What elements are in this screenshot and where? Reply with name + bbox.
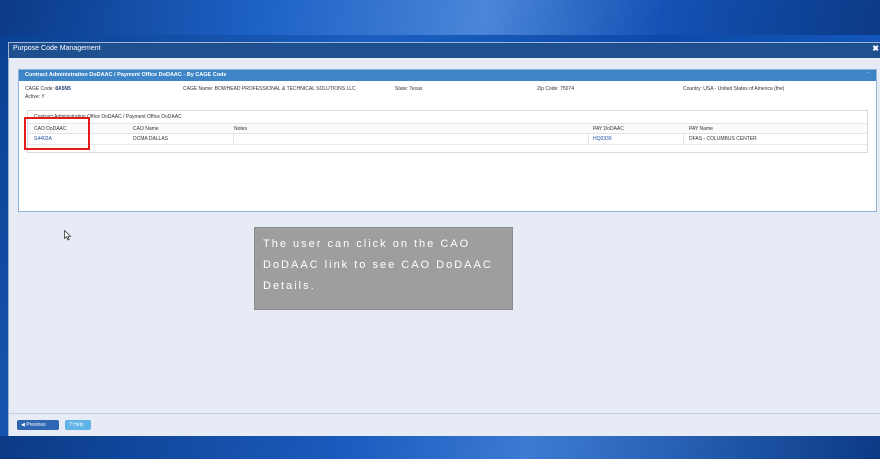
column-divider (588, 133, 589, 144)
panel-header: Contract Administration DoDAAC / Payment… (19, 70, 876, 81)
help-button-label: Help (73, 422, 84, 428)
window-title: Purpose Code Management (13, 45, 101, 52)
cage-code-value: 8A5N5 (55, 86, 71, 92)
window-footer: ◀ Previous ? Help (9, 413, 880, 436)
desktop-top-band (0, 0, 880, 35)
active-label: Active: (25, 94, 41, 100)
column-header-pay-dodaac[interactable]: PAY DoDAAC (593, 126, 624, 132)
cao-name-cell: DCMA DALLAS (133, 136, 169, 142)
help-icon: ? (69, 422, 72, 428)
pay-name-cell: DFAS - COLUMBUS CENTER (689, 136, 757, 142)
dodaac-grid: Contract Administration Office DoDAAC / … (27, 110, 868, 153)
collapse-icon[interactable]: ⌃ (865, 70, 870, 81)
window-titlebar: Purpose Code Management ✖ (9, 43, 880, 58)
cao-dodaac-highlight-box (24, 117, 90, 150)
active-info: Active: Y (25, 94, 45, 100)
zip-code-info: Zip Code: 75074 (537, 86, 574, 92)
tutorial-callout: The user can click on the CAO DoDAAC lin… (254, 227, 513, 310)
state-info: State: Texas (395, 86, 423, 92)
active-value: Y (41, 94, 45, 100)
previous-icon: ◀ (21, 422, 25, 428)
cage-name: CAGE Name: BOWHEAD PROFESSIONAL & TECHNI… (183, 86, 356, 92)
mouse-pointer-icon (64, 228, 72, 246)
desktop-bottom-band (0, 436, 880, 459)
column-divider (233, 133, 234, 144)
column-header-pay-name[interactable]: PAY Name (689, 126, 713, 132)
pay-dodaac-link[interactable]: HQ0339 (593, 136, 612, 142)
cage-code-info: CAGE Code: 8A5N5 (25, 86, 71, 92)
help-button[interactable]: ? Help (65, 420, 91, 430)
table-row: S4402A DCMA DALLAS HQ0339 DFAS - COLUMBU… (28, 133, 867, 145)
column-header-notes[interactable]: Notes (234, 126, 247, 132)
country-info: Country: USA - United States of America … (683, 86, 785, 92)
column-divider (683, 133, 684, 144)
close-icon[interactable]: ✖ (872, 44, 879, 53)
previous-button-label: Previous (26, 422, 46, 428)
panel-header-title: Contract Administration DoDAAC / Payment… (25, 72, 227, 78)
previous-button[interactable]: ◀ Previous (17, 420, 59, 430)
cage-code-label: CAGE Code: (25, 86, 54, 92)
cage-code-panel: Contract Administration DoDAAC / Payment… (18, 69, 877, 212)
column-header-cao-name[interactable]: CAO Name (133, 126, 159, 132)
